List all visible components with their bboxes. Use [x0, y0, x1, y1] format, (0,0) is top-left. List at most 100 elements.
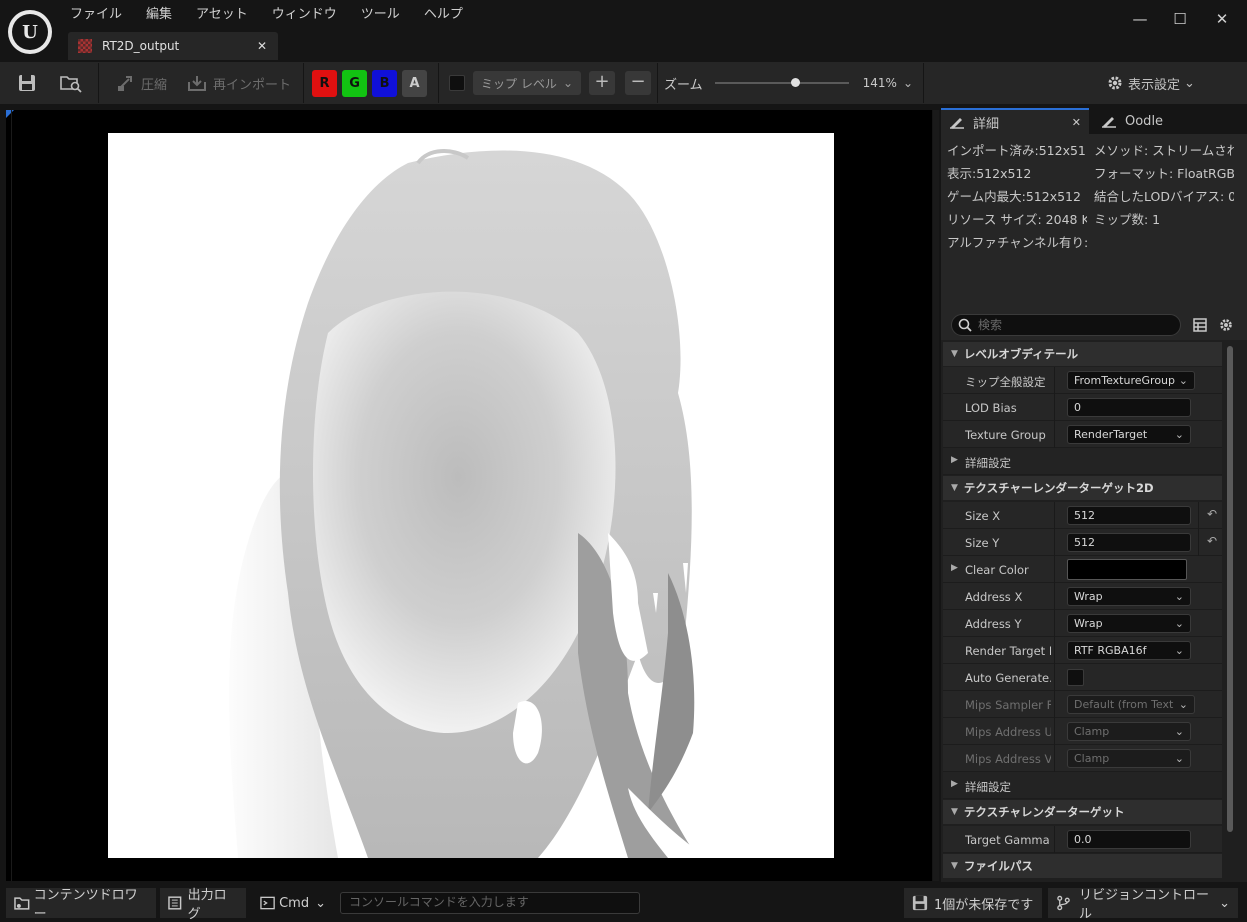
cmd-dropdown[interactable]: Cmd ⌄: [252, 888, 334, 918]
mip-increase-button[interactable]: +: [589, 71, 616, 95]
menu-edit[interactable]: 編集: [134, 4, 184, 26]
details-search-row: [941, 310, 1247, 340]
prop-row-advanced-1[interactable]: ▶ 詳細設定: [943, 448, 1222, 475]
mips-sampler-dropdown[interactable]: Default (from Text ⌄: [1067, 695, 1195, 714]
tab-oodle[interactable]: Oodle: [1093, 108, 1171, 134]
tab-oodle-label: Oodle: [1125, 113, 1164, 129]
reset-to-default-icon[interactable]: ↶: [1207, 507, 1217, 521]
dropdown-value: Clamp: [1074, 725, 1110, 738]
minimize-window-button[interactable]: —: [1122, 6, 1158, 32]
search-input[interactable]: [978, 318, 1168, 332]
expand-triangle-icon[interactable]: ▶: [951, 563, 958, 573]
viewport-scrollbar[interactable]: [933, 110, 939, 881]
rt-format-dropdown[interactable]: RTF RGBA16f ⌄: [1067, 641, 1191, 660]
mip-level-checkbox[interactable]: [449, 75, 466, 91]
toolbar: 圧縮 再インポート R G B A ミップ レベル ⌄ + − ズーム 141%…: [0, 62, 1247, 104]
zoom-slider-thumb[interactable]: [791, 78, 801, 87]
prop-row-clear-color: ▶ Clear Color: [943, 556, 1222, 583]
mip-decrease-button[interactable]: −: [625, 71, 652, 95]
dropdown-value: RenderTarget: [1074, 428, 1148, 441]
tab-details[interactable]: 詳細 ✕: [941, 108, 1089, 134]
clear-color-swatch[interactable]: [1067, 559, 1187, 580]
menu-bar: ファイル 編集 アセット ウィンドウ ツール ヘルプ: [58, 4, 475, 26]
compress-button[interactable]: 圧縮: [111, 68, 173, 98]
collapse-triangle-icon: ▼: [951, 483, 958, 493]
category-level-of-detail[interactable]: ▼ レベルオブディテール: [943, 342, 1222, 366]
chevron-down-icon: ⌄: [1174, 428, 1184, 441]
compress-label: 圧縮: [141, 77, 168, 93]
mips-address-u-dropdown[interactable]: Clamp ⌄: [1067, 722, 1191, 741]
save-button[interactable]: [12, 68, 46, 98]
category-file-path[interactable]: ▼ ファイルパス: [943, 854, 1222, 878]
prop-label: Mips Address U: [965, 725, 1051, 739]
texture-viewport[interactable]: [6, 110, 932, 881]
reset-to-default-icon[interactable]: ↶: [1207, 534, 1217, 548]
menu-file[interactable]: ファイル: [58, 4, 134, 26]
browse-asset-button[interactable]: [54, 68, 92, 98]
render-target-preview: [108, 133, 834, 858]
category-render-target-2d[interactable]: ▼ テクスチャーレンダーターゲット2D: [943, 476, 1222, 500]
display-settings-button[interactable]: 表示設定 ⌄: [1100, 68, 1201, 98]
category-render-target[interactable]: ▼ テクスチャレンダーターゲット: [943, 800, 1222, 824]
reimport-button[interactable]: 再インポート: [181, 68, 297, 98]
channel-r-toggle[interactable]: R: [312, 69, 338, 97]
prop-row-mips-sampler: Mips Sampler Fi... Default (from Text ⌄: [943, 691, 1222, 718]
expand-triangle-icon: ▶: [951, 779, 958, 789]
content-drawer-button[interactable]: コンテンツドロワー: [6, 888, 156, 922]
size-y-input[interactable]: 512: [1067, 533, 1191, 552]
close-tab-icon[interactable]: ✕: [1072, 116, 1081, 129]
chevron-down-icon: ⌄: [1174, 617, 1184, 630]
prop-label: Mips Address V: [965, 752, 1051, 766]
target-gamma-input[interactable]: 0.0: [1067, 830, 1191, 849]
prop-row-advanced-2[interactable]: ▶ 詳細設定: [943, 772, 1222, 799]
info-max-ingame: ゲーム内最大:512x512: [947, 189, 1081, 204]
output-log-button[interactable]: 出力ログ: [160, 888, 246, 922]
texture-group-dropdown[interactable]: RenderTarget ⌄: [1067, 425, 1191, 444]
texture-info: インポート済み:512x512 表示:512x512 ゲーム内最大:512x51…: [941, 134, 1247, 310]
prop-row-size-x: Size X 512 ↶: [943, 502, 1222, 529]
unreal-logo-icon[interactable]: U: [8, 10, 52, 54]
details-search-box[interactable]: [951, 314, 1181, 336]
auto-generate-checkbox[interactable]: [1067, 669, 1084, 686]
close-window-button[interactable]: ✕: [1204, 6, 1240, 32]
document-tab[interactable]: RT2D_output ✕: [68, 32, 278, 60]
content-drawer-label: コンテンツドロワー: [33, 888, 138, 922]
close-tab-icon[interactable]: ✕: [252, 39, 272, 53]
menu-help[interactable]: ヘルプ: [412, 4, 475, 26]
revision-control-button[interactable]: リビジョンコントロール ⌄: [1048, 888, 1238, 922]
dropdown-value: RTF RGBA16f: [1074, 644, 1147, 657]
maximize-window-button[interactable]: ☐: [1162, 6, 1198, 32]
size-x-input[interactable]: 512: [1067, 506, 1191, 525]
unsaved-assets-button[interactable]: 1個が未保存です: [904, 888, 1042, 918]
address-y-dropdown[interactable]: Wrap ⌄: [1067, 614, 1191, 633]
lod-bias-input[interactable]: 0: [1067, 398, 1191, 417]
mip-gen-dropdown[interactable]: FromTextureGroup ⌄: [1067, 371, 1195, 390]
mip-level-dropdown[interactable]: ミップ レベル ⌄: [473, 71, 582, 95]
property-list-scrollbar[interactable]: [1227, 346, 1233, 832]
reimport-icon: [188, 76, 207, 91]
zoom-dropdown-chevron-icon[interactable]: ⌄: [903, 76, 913, 90]
channel-b-toggle[interactable]: B: [372, 69, 398, 97]
mips-address-v-dropdown[interactable]: Clamp ⌄: [1067, 749, 1191, 768]
channel-a-toggle[interactable]: A: [402, 69, 428, 97]
info-imported: インポート済み:512x512: [947, 143, 1085, 158]
category-label: ファイルパス: [963, 859, 1033, 873]
menu-asset[interactable]: アセット: [184, 4, 260, 26]
prop-row-lod-bias: LOD Bias 0: [943, 394, 1222, 421]
zoom-slider[interactable]: [714, 78, 849, 87]
table-view-icon[interactable]: [1193, 318, 1207, 332]
prop-label: Texture Group: [965, 428, 1046, 442]
prop-label: Size Y: [965, 536, 1000, 550]
settings-gear-icon[interactable]: [1218, 317, 1234, 333]
prop-row-rt-format: Render Target F... RTF RGBA16f ⌄: [943, 637, 1222, 664]
address-x-dropdown[interactable]: Wrap ⌄: [1067, 587, 1191, 606]
toolbar-separator: [657, 63, 659, 103]
chevron-down-icon: ⌄: [1178, 698, 1188, 711]
menu-tools[interactable]: ツール: [349, 4, 412, 26]
document-tab-label: RT2D_output: [102, 39, 180, 53]
console-command-input[interactable]: [349, 895, 639, 909]
menu-window[interactable]: ウィンドウ: [260, 4, 349, 26]
console-command-box[interactable]: [340, 892, 640, 914]
reimport-label: 再インポート: [213, 77, 292, 93]
channel-g-toggle[interactable]: G: [342, 69, 368, 97]
